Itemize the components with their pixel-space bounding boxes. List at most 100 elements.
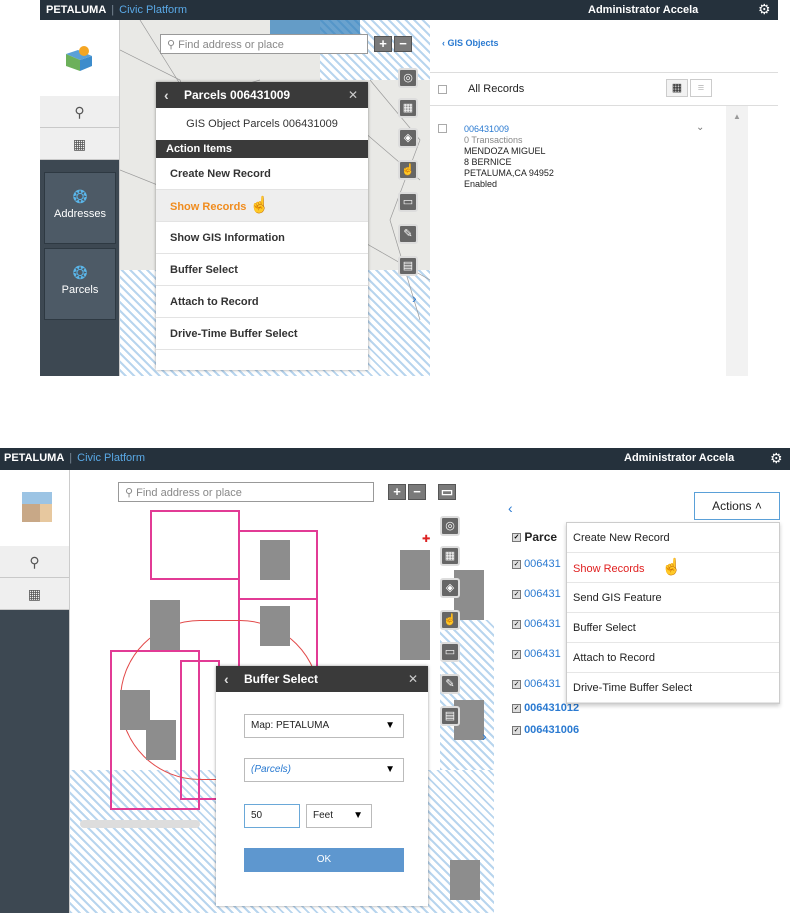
row-checkbox[interactable]: ✓ [512, 649, 521, 659]
action-drive-time-buffer-select[interactable]: Drive-Time Buffer Select [156, 318, 368, 350]
locate-icon[interactable]: ◎ [398, 68, 418, 88]
parcel-column-header: ✓ Parce [512, 530, 558, 544]
action-create-new-record[interactable]: Create New Record [156, 158, 368, 190]
action-buffer-select[interactable]: Buffer Select [156, 254, 368, 286]
records-panel-1: ‹ GIS Objects All Records ▦ ≡ ▲ ⌄ 006431… [430, 20, 778, 376]
action-attach-to-record[interactable]: Attach to Record [156, 286, 368, 318]
search-input[interactable]: ⚲ Find address or place [160, 34, 368, 54]
zoom-in-button[interactable]: + [388, 484, 406, 500]
locate-icon[interactable]: ◎ [440, 516, 460, 536]
back-icon[interactable]: ‹ [164, 82, 169, 108]
building [260, 540, 290, 580]
parcel-id[interactable]: 006431 [524, 558, 561, 570]
record-checkbox[interactable] [438, 124, 447, 133]
layer-select[interactable]: (Parcels) ▼ [244, 758, 404, 782]
expand-chevron-icon[interactable]: › [412, 290, 417, 306]
zoom-out-button[interactable]: − [394, 36, 412, 52]
search-icon[interactable]: ⚲ [40, 96, 119, 128]
select-icon[interactable]: ☝ [440, 610, 460, 630]
row-checkbox[interactable]: ✓ [512, 589, 521, 599]
menu-create-new-record[interactable]: Create New Record [567, 523, 779, 553]
back-icon[interactable]: ‹ [224, 666, 229, 692]
layers-icon[interactable]: ◈ [440, 578, 460, 598]
select-icon[interactable]: ☝ [398, 160, 418, 180]
zoom-in-button[interactable]: + [374, 36, 392, 52]
user-name[interactable]: Administrator Accela [624, 452, 734, 464]
close-icon[interactable]: ✕ [348, 82, 358, 108]
map-1[interactable]: ⚲ Find address or place + − ◎ ▦ ◈ ☝ ▭ ✎ … [120, 20, 430, 376]
grid-icon[interactable]: ▦ [0, 578, 69, 610]
actions-button[interactable]: Actions ˄ [694, 492, 780, 520]
top-bar-2: PETALUMA | Civic Platform Administrator Ac… [0, 448, 790, 470]
record-city: PETALUMA,CA 94952 [464, 168, 554, 178]
row-checkbox[interactable]: ✓ [512, 619, 521, 629]
unit-select[interactable]: Feet ▼ [306, 804, 372, 828]
grid-view-icon[interactable]: ▦ [666, 79, 688, 97]
nav-parcels[interactable]: ❂ Parcels [44, 248, 116, 320]
row-checkbox[interactable]: ✓ [512, 703, 521, 713]
select-all-checkbox[interactable] [438, 85, 447, 94]
back-chevron-icon[interactable]: ‹ [508, 500, 513, 516]
app-logo[interactable] [22, 492, 52, 522]
ok-button[interactable]: OK [244, 848, 404, 872]
menu-buffer-select[interactable]: Buffer Select [567, 613, 779, 643]
measure-icon[interactable]: ▭ [398, 192, 418, 212]
menu-show-records[interactable]: Show Records ☝ [567, 553, 779, 583]
parcel-id[interactable]: 006431006 [524, 724, 579, 736]
nav-addresses[interactable]: ❂ Addresses [44, 172, 116, 244]
basemap-icon[interactable]: ▦ [440, 546, 460, 566]
edit-icon[interactable]: ✎ [398, 224, 418, 244]
parcel-id[interactable]: 006431 [524, 678, 561, 690]
gear-icon[interactable]: ⚙ [758, 1, 771, 18]
app-logo[interactable] [64, 44, 94, 72]
menu-send-gis-feature[interactable]: Send GIS Feature [567, 583, 779, 613]
distance-input[interactable]: 50 [244, 804, 300, 828]
user-name[interactable]: Administrator Accela [588, 4, 698, 16]
hand-cursor-icon: ☝ [661, 559, 682, 576]
building [150, 600, 180, 650]
table-row[interactable]: ✓ 006431012 [512, 702, 652, 724]
building [146, 720, 176, 760]
menu-drive-time-buffer-select[interactable]: Drive-Time Buffer Select [567, 673, 779, 703]
record-id-link[interactable]: 006431009 [464, 124, 554, 135]
action-items-heading: Action Items [156, 140, 368, 158]
building [400, 620, 430, 660]
back-to-gis-objects[interactable]: ‹ GIS Objects [442, 38, 499, 48]
search-input[interactable]: ⚲ Find address or place [118, 482, 374, 502]
action-show-gis-information[interactable]: Show GIS Information [156, 222, 368, 254]
action-show-records[interactable]: Show Records ☝ [156, 190, 368, 222]
fullscreen-button[interactable]: ▭ [438, 484, 456, 500]
record-street: 8 BERNICE [464, 157, 512, 167]
row-checkbox[interactable]: ✓ [512, 559, 521, 569]
layers-icon[interactable]: ◈ [398, 128, 418, 148]
measure-icon[interactable]: ▭ [440, 642, 460, 662]
scrollbar[interactable]: ▲ [726, 106, 748, 376]
basemap-icon[interactable]: ▦ [398, 98, 418, 118]
dropdown-arrow-icon: ▼ [385, 764, 395, 775]
scroll-up-icon[interactable]: ▲ [733, 112, 741, 121]
parcel-id[interactable]: 006431 [524, 648, 561, 660]
table-row[interactable]: ✓ 006431006 [512, 724, 652, 746]
close-icon[interactable]: ✕ [408, 666, 418, 692]
select-all-checkbox[interactable]: ✓ [512, 533, 521, 543]
expand-chevron-icon[interactable]: › [482, 728, 487, 744]
row-checkbox[interactable]: ✓ [512, 725, 521, 735]
row-checkbox[interactable]: ✓ [512, 679, 521, 689]
zoom-out-button[interactable]: − [408, 484, 426, 500]
map-2[interactable]: ✚ ⚲ Find address or place + − ▭ ◎ ▦ ◈ ☝ … [70, 470, 494, 913]
edit-icon[interactable]: ✎ [440, 674, 460, 694]
search-icon[interactable]: ⚲ [0, 546, 69, 578]
chevron-up-icon: ˄ [754, 499, 762, 513]
list-view-icon[interactable]: ≡ [690, 79, 712, 97]
search-icon: ⚲ [125, 487, 134, 499]
print-icon[interactable]: ▤ [440, 706, 460, 726]
grid-icon[interactable]: ▦ [40, 128, 119, 160]
gear-icon[interactable]: ⚙ [770, 450, 783, 467]
map-select[interactable]: Map: PETALUMA ▼ [244, 714, 404, 738]
parcel-id[interactable]: 006431 [524, 588, 561, 600]
parcel-id[interactable]: 006431 [524, 618, 561, 630]
print-icon[interactable]: ▤ [398, 256, 418, 276]
expand-record-icon[interactable]: ⌄ [696, 122, 704, 133]
sidebar-1: ⚲ ▦ ❂ Addresses ❂ Parcels [40, 20, 120, 376]
menu-attach-to-record[interactable]: Attach to Record [567, 643, 779, 673]
